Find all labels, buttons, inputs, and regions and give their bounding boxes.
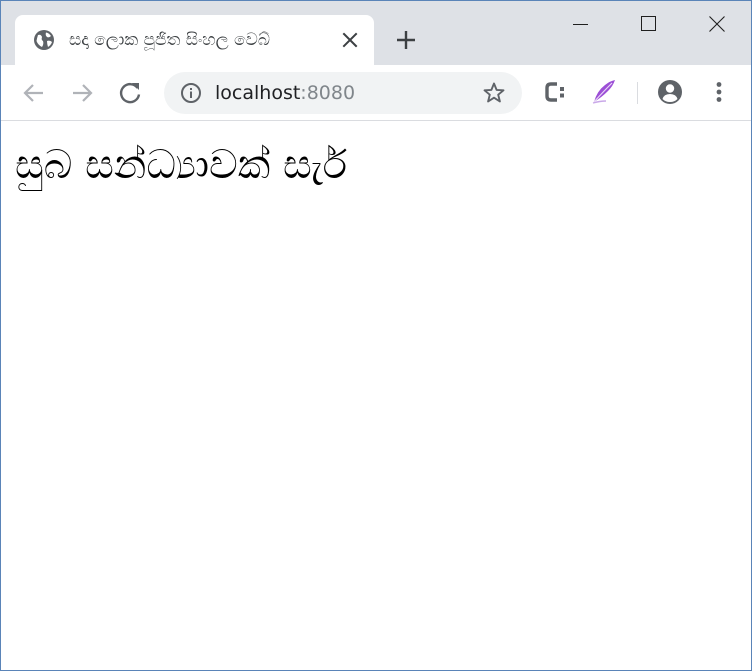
url-host: localhost (215, 82, 301, 104)
url-text[interactable]: localhost:8080 (215, 81, 355, 105)
page-content: සුබ සන්ධ්‍යාවක් සැර් (1, 121, 751, 670)
address-bar[interactable]: localhost:8080 (164, 72, 522, 114)
kebab-menu-icon[interactable] (705, 78, 733, 106)
maximize-button[interactable] (615, 1, 683, 45)
account-circle-icon[interactable] (656, 78, 684, 106)
maximize-icon (641, 16, 656, 31)
browser-toolbar: localhost:8080 (1, 65, 751, 121)
reload-icon[interactable] (116, 79, 144, 107)
globe-icon (34, 30, 54, 50)
page-heading: සුබ සන්ධ්‍යාවක් සැර් (15, 142, 348, 188)
browser-window: සදා ලොක පූජිත සිංහල වෙබ් localhost:8080 … (0, 0, 752, 671)
tab-close-icon[interactable] (341, 31, 359, 49)
minimize-icon (573, 24, 588, 25)
c-extension-icon[interactable] (542, 78, 570, 106)
tab-strip: සදා ලොක පූජිත සිංහල වෙබ් (1, 1, 751, 65)
quill-extension-icon[interactable] (590, 77, 618, 105)
tab-title-fade (305, 25, 331, 55)
browser-tab[interactable]: සදා ලොක පූජිත සිංහල වෙබ් (15, 15, 374, 65)
minimize-button[interactable] (547, 1, 615, 45)
tab-title: සදා ලොක පූජිත සිංහල වෙබ් (69, 30, 270, 50)
window-close-button[interactable] (683, 1, 751, 45)
back-arrow-icon[interactable] (20, 79, 48, 107)
forward-arrow-icon[interactable] (68, 79, 96, 107)
info-icon[interactable] (180, 82, 202, 104)
star-icon[interactable] (482, 81, 506, 105)
close-icon (709, 16, 725, 32)
plus-icon[interactable] (393, 27, 419, 53)
toolbar-divider (637, 82, 638, 104)
url-port: :8080 (300, 82, 356, 104)
